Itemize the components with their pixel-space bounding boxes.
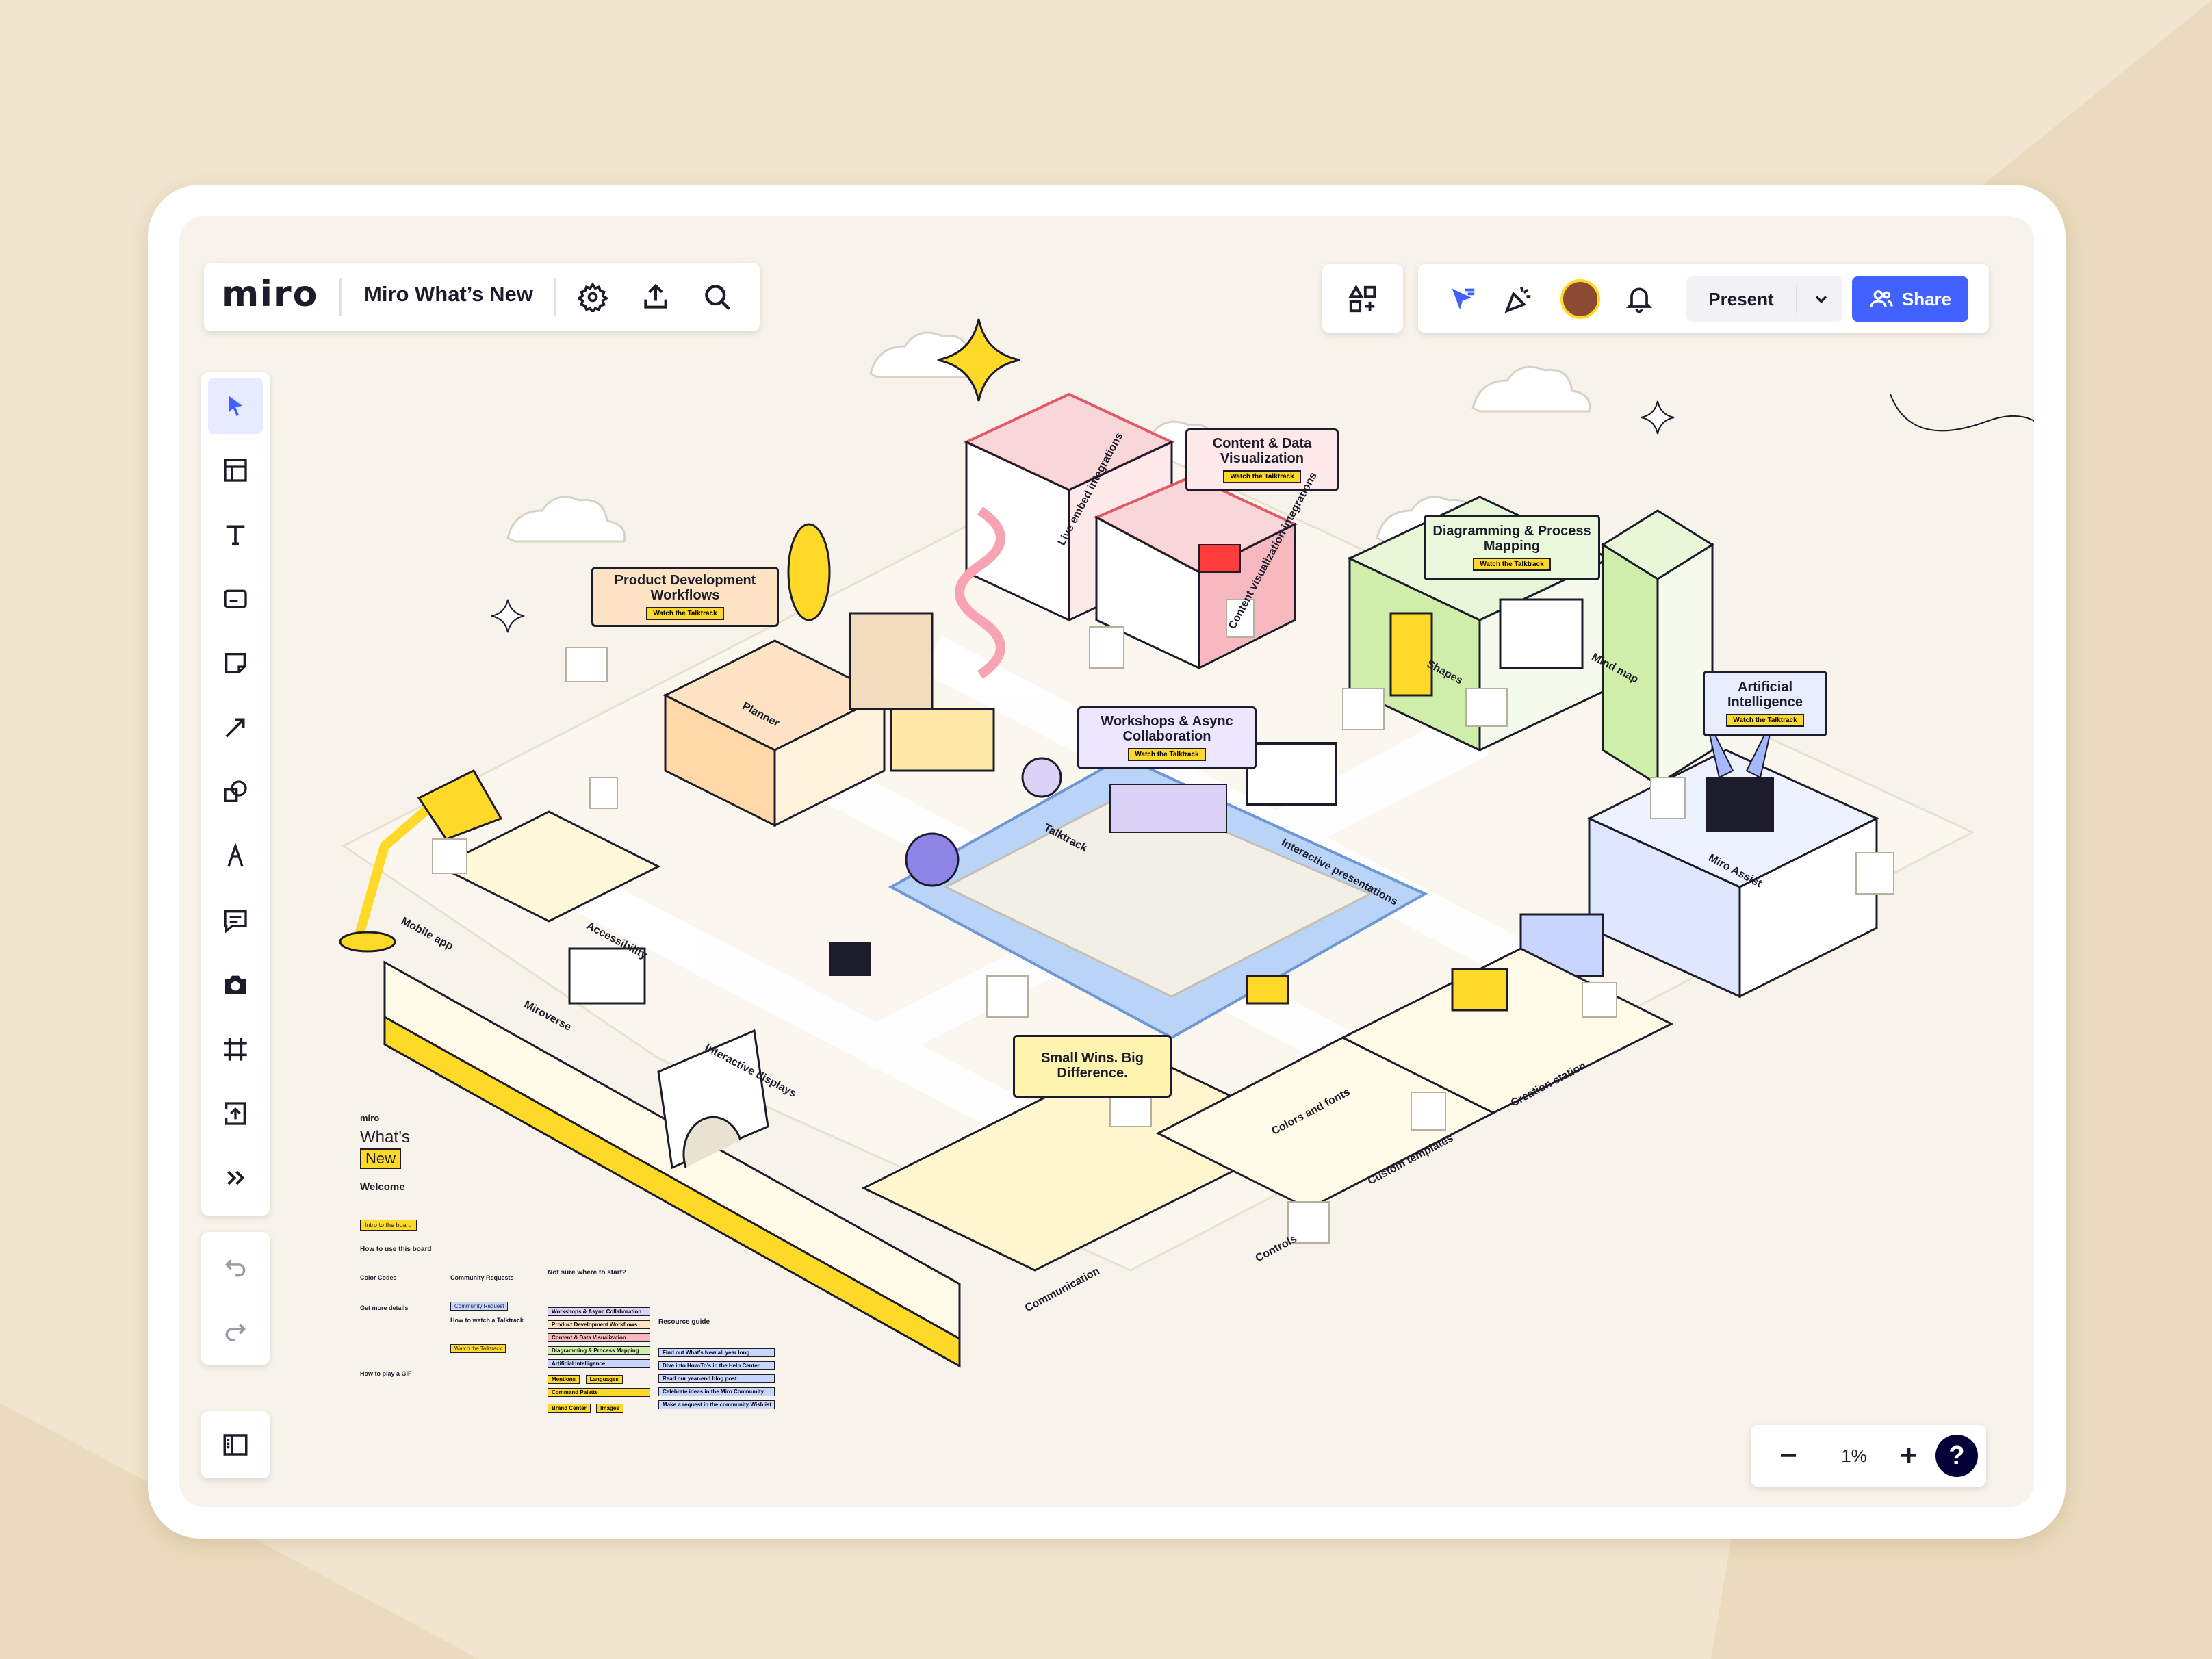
apps-add-icon[interactable] [1343, 279, 1382, 319]
area-title: Artificial Intelligence [1727, 679, 1803, 710]
share-label: Share [1901, 288, 1952, 309]
undo-redo-panel [201, 1232, 270, 1365]
watch-talktrack-chip[interactable]: Watch the Talktrack [450, 1344, 506, 1353]
cloud [506, 496, 626, 543]
miro-logo[interactable]: miro [222, 274, 318, 315]
text-tool-icon[interactable] [214, 512, 257, 557]
talktrack-tag[interactable]: Watch the Talktrack [1473, 558, 1551, 571]
apps-panel [1322, 264, 1403, 333]
upload-icon[interactable] [214, 1091, 257, 1136]
community-request-chip[interactable]: Community Request [450, 1302, 509, 1311]
resource-link[interactable]: Find out What’s New all year long [658, 1348, 775, 1357]
undo-icon[interactable] [214, 1244, 257, 1289]
area-banner-small-wins[interactable]: Small Wins. Big Difference. [1013, 1035, 1172, 1098]
resource-link[interactable]: Read our year-end blog post [658, 1374, 775, 1383]
topic-chip[interactable]: Content & Data Visualization [548, 1333, 650, 1342]
frame-icon[interactable] [214, 1027, 257, 1072]
divider [1796, 285, 1797, 313]
settings-gear-icon[interactable] [574, 278, 612, 316]
cloud [1471, 365, 1591, 413]
legend-welcome: Welcome [360, 1181, 405, 1193]
topic-chip[interactable]: Mentions [548, 1375, 580, 1384]
area-banner-workshops[interactable]: Workshops & Async Collaboration Watch th… [1077, 706, 1257, 769]
resource-link[interactable]: Celebrate ideas in the Miro Community [658, 1387, 775, 1396]
talktrack-tag[interactable]: Watch the Talktrack [1128, 748, 1206, 762]
topic-chip[interactable]: Workshops & Async Collaboration [548, 1307, 650, 1316]
zoom-level[interactable]: 1% [1822, 1439, 1886, 1473]
topic-chip[interactable]: Artificial Intelligence [548, 1359, 650, 1368]
creation-toolbar [201, 372, 270, 1216]
camera-icon[interactable] [214, 962, 257, 1007]
topic-chip-list: Workshops & Async Collaboration Product … [548, 1307, 650, 1417]
resource-chip-list: Find out What’s New all year long Dive i… [658, 1348, 775, 1413]
legend-heading: Not sure where to start? [548, 1269, 627, 1276]
templates-icon[interactable] [214, 448, 257, 493]
area-title: Small Wins. Big Difference. [1041, 1051, 1144, 1081]
topic-chip[interactable]: Brand Center [548, 1404, 591, 1413]
search-icon[interactable] [698, 278, 736, 316]
card-tool-icon[interactable] [214, 576, 257, 621]
welcome-legend: miro What’s New Welcome Intro to the boa… [360, 1113, 798, 1428]
comment-icon[interactable] [214, 898, 257, 943]
people-icon [1870, 290, 1893, 308]
pen-icon[interactable] [214, 834, 257, 879]
area-title: Diagramming & Process Mapping [1432, 523, 1591, 554]
present-button[interactable]: Present [1686, 276, 1796, 322]
share-button[interactable]: Share [1852, 276, 1968, 322]
area-banner-product-development[interactable]: Product Development Workflows Watch the … [591, 567, 779, 627]
legend-heading: Get more details [360, 1304, 409, 1311]
divider [554, 278, 556, 316]
notifications-bell-icon[interactable] [1619, 279, 1659, 319]
more-tools-icon[interactable] [214, 1155, 257, 1200]
help-button[interactable]: ? [1936, 1435, 1978, 1477]
present-button-group: Present [1686, 276, 1842, 322]
legend-heading: Community Requests [450, 1274, 514, 1281]
zoom-controls: − 1% + ? [1751, 1425, 1986, 1487]
legend-heading: Resource guide [658, 1318, 710, 1326]
talktrack-tag[interactable]: Watch the Talktrack [1223, 470, 1301, 484]
select-cursor-icon[interactable] [214, 383, 257, 428]
topic-chip[interactable]: Images [596, 1404, 623, 1413]
upload-share-icon[interactable] [636, 278, 675, 316]
user-avatar[interactable] [1560, 279, 1600, 319]
topic-chip[interactable]: Languages [585, 1375, 623, 1384]
sticky-note-icon[interactable] [214, 641, 257, 686]
board-panel-toggle[interactable] [201, 1411, 270, 1478]
area-title: Workshops & Async Collaboration [1101, 713, 1233, 744]
legend-heading: How to use this board [360, 1246, 432, 1253]
area-title: Product Development Workflows [614, 572, 756, 603]
legend-heading: How to play a GIF [360, 1370, 412, 1377]
collaboration-panel: Present Share [1418, 264, 1989, 333]
shapes-icon[interactable] [214, 769, 257, 814]
board-header-panel: miro Miro What’s New [204, 263, 760, 331]
divider [339, 278, 342, 316]
resource-link[interactable]: Dive into How-To’s in the Help Center [658, 1361, 775, 1370]
area-title: Content & Data Visualization [1212, 435, 1312, 466]
legend-whats: What’s [360, 1128, 410, 1146]
board-canvas[interactable]: Product Development Workflows Watch the … [179, 216, 2034, 1507]
legend-heading: How to watch a Talktrack [450, 1317, 524, 1324]
reactions-cursor-icon[interactable] [1443, 279, 1482, 319]
legend-brand: miro [360, 1113, 380, 1123]
present-options-chevron-down-icon[interactable] [1800, 276, 1842, 322]
talktrack-tag[interactable]: Watch the Talktrack [1726, 714, 1804, 728]
area-banner-diagramming[interactable]: Diagramming & Process Mapping Watch the … [1424, 515, 1600, 580]
celebrate-icon[interactable] [1499, 279, 1539, 319]
intro-button[interactable]: Intro to the board [360, 1220, 417, 1231]
redo-icon[interactable] [214, 1309, 257, 1354]
zoom-in-button[interactable]: + [1885, 1432, 1933, 1480]
topic-chip[interactable]: Diagramming & Process Mapping [548, 1346, 650, 1355]
resource-link[interactable]: Make a request in the community Wishlist [658, 1400, 775, 1409]
zoom-out-button[interactable]: − [1764, 1432, 1812, 1480]
connection-line-icon[interactable] [214, 705, 257, 750]
area-banner-ai[interactable]: Artificial Intelligence Watch the Talktr… [1703, 671, 1827, 736]
sidebar-panel-icon [214, 1422, 257, 1467]
legend-new: New [360, 1148, 402, 1169]
legend-heading: Color Codes [360, 1274, 397, 1281]
topic-chip[interactable]: Product Development Workflows [548, 1320, 650, 1329]
star-decoration [937, 318, 1020, 402]
talktrack-tag[interactable]: Watch the Talktrack [646, 607, 724, 621]
topic-chip[interactable]: Command Palette [548, 1388, 650, 1397]
board-title[interactable]: Miro What’s New [364, 282, 533, 307]
